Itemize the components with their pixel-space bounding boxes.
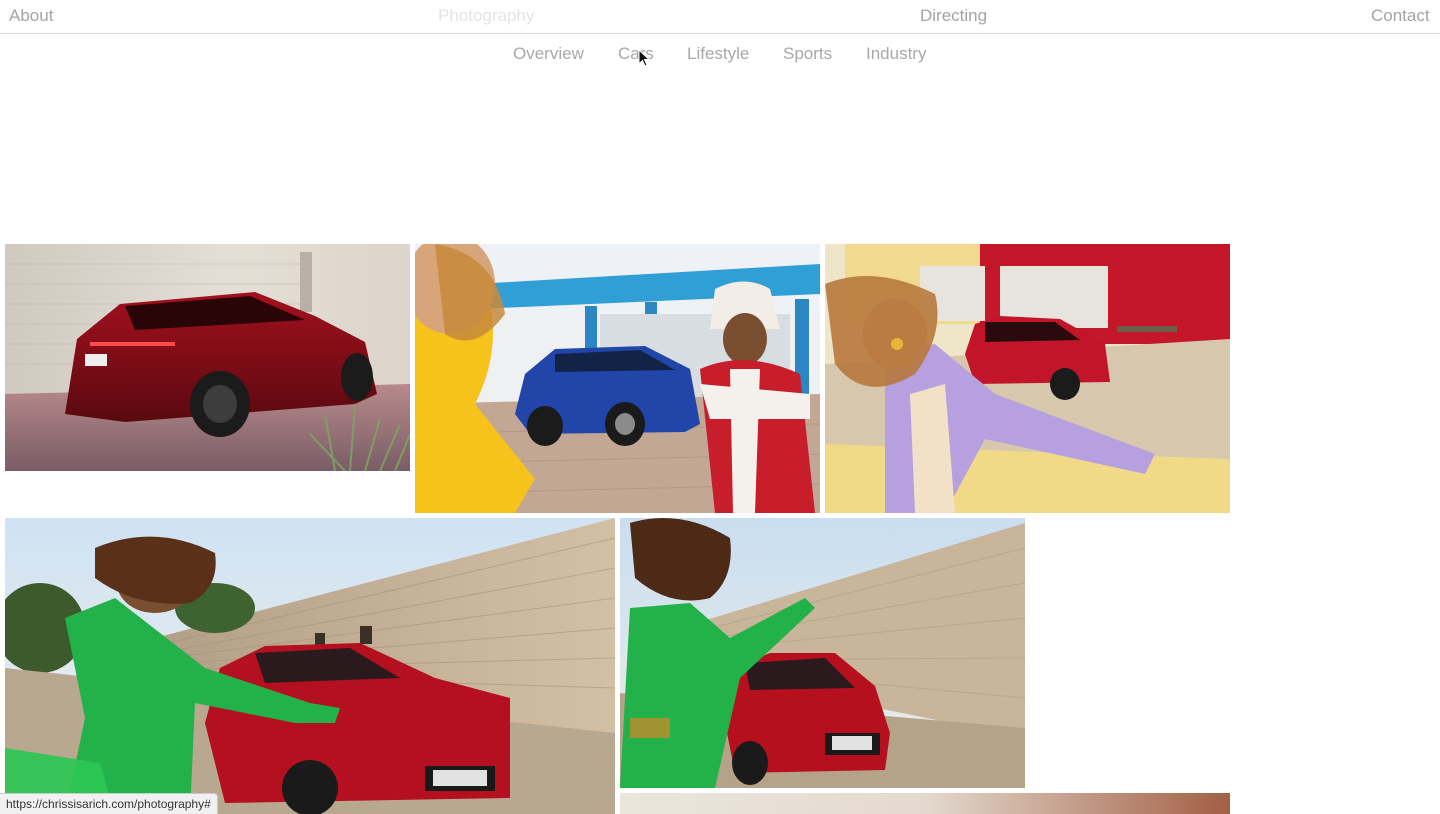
gallery-photo-lilac-suit[interactable] [825,244,1230,513]
subnav-overview-link[interactable]: Overview [513,44,584,64]
nav-directing-link[interactable]: Directing [920,6,987,26]
page: About Photography Directing Contact Over… [0,0,1440,814]
gallery-photo-partial[interactable] [620,793,1230,814]
link-status-bar: https://chrissisarich.com/photography# [0,793,218,814]
subnav-industry-link[interactable]: Industry [866,44,926,64]
subnav-sports-link[interactable]: Sports [783,44,832,64]
mouse-cursor-icon [638,49,650,67]
gallery-photo-blue-suv[interactable] [415,244,820,513]
subnav-lifestyle-link[interactable]: Lifestyle [687,44,749,64]
nav-about-link[interactable]: About [9,6,53,26]
nav-contact-link[interactable]: Contact [1371,6,1430,26]
gallery-photo-red-suv[interactable] [5,244,410,471]
nav-photography-link[interactable]: Photography [438,6,534,26]
gallery-photo-green-pose[interactable] [620,518,1025,788]
gallery-photo-green-dance[interactable] [5,518,615,814]
top-nav: About Photography Directing Contact [0,0,1440,34]
